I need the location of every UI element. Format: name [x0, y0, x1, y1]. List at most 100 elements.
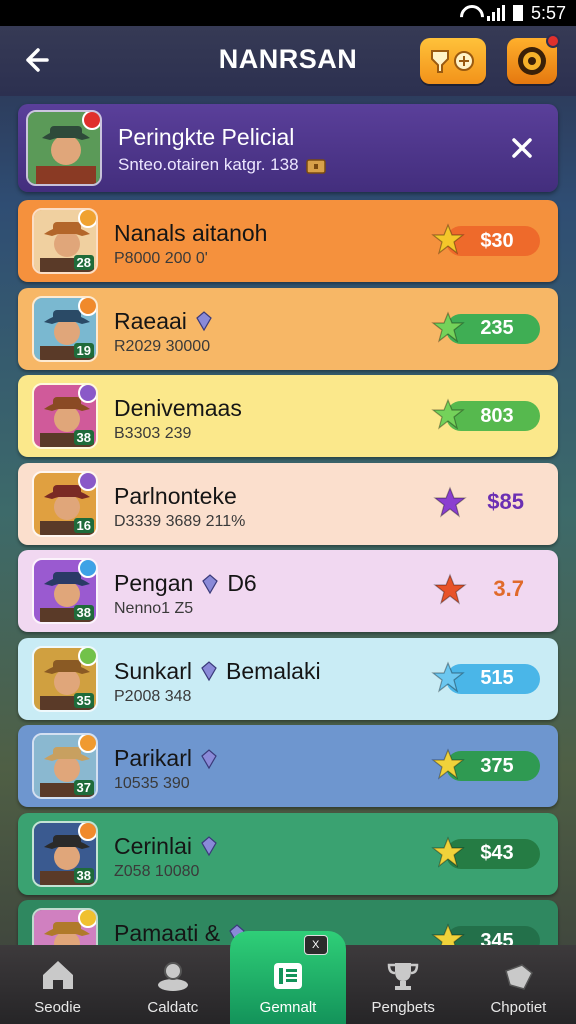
close-icon: [512, 138, 532, 158]
level-badge: 16: [73, 517, 94, 533]
signal-icon: [486, 5, 505, 21]
player-name-text: Pamaati &: [114, 920, 221, 946]
leaderboard-row[interactable]: 16 Parlnonteke D3339 3689 211% $85: [18, 462, 558, 545]
nav-item-profile[interactable]: Caldatc: [115, 945, 230, 1024]
rank-badge: [82, 112, 100, 130]
star-icon: [433, 573, 467, 605]
star-icon: [431, 310, 465, 343]
level-badge: 19: [73, 342, 94, 358]
rewards-icon: [431, 50, 474, 73]
leaderboard-row[interactable]: 19 Raeaai R2029 30000 235: [18, 287, 558, 370]
status-bar: 5:57: [0, 0, 576, 26]
player-name: Parlnonteke: [114, 483, 237, 510]
player-stats-text: Nenno1 Z5: [114, 600, 194, 617]
rank-badge: [78, 385, 96, 403]
leaderboard-row[interactable]: 38 Pengan D6 Nenno1 Z5 3.7: [18, 550, 558, 632]
record-button[interactable]: [507, 34, 560, 84]
leaderboard-row[interactable]: 38 Cerinlai Z058 10080 $43: [18, 812, 558, 895]
player-stats: P2008 348: [114, 688, 191, 706]
gem-icon: [196, 311, 212, 332]
player-stats: Z058 10080: [114, 863, 199, 881]
player-stats: Nenno1 Z5: [114, 600, 193, 618]
player-banner: Peringkte Pelicial Snteo.otairen katgr. …: [18, 104, 558, 192]
player-name: Denivemaas: [114, 395, 242, 422]
rank-badge: [78, 472, 96, 491]
level-badge: 28: [73, 255, 94, 270]
trophy-icon: [387, 963, 419, 990]
notification-dot: [546, 34, 560, 48]
record-icon: [518, 47, 546, 75]
gem-icon: [202, 573, 219, 594]
close-button[interactable]: [506, 132, 538, 164]
leaderboard-row[interactable]: 35 Sunkarl Bemalaki P2008 348 515: [18, 637, 558, 720]
nav-item-whistle[interactable]: Chpotiet: [461, 945, 576, 1024]
nav-item-home[interactable]: Seodie: [0, 945, 115, 1024]
leaderboard-row[interactable]: 37 Parikarl 10535 390 375: [18, 725, 558, 807]
rank-badge: [78, 647, 96, 666]
score-value: 3.7: [493, 576, 524, 601]
banner-subtitle-text: Snteo.otairen katgr. 138: [118, 155, 299, 174]
player-name: Pamaati &: [114, 920, 248, 947]
star-icon: [433, 485, 467, 518]
level-badge: 38: [73, 867, 94, 883]
rank-badge: [78, 297, 96, 316]
gem-icon: [201, 748, 217, 769]
leaderboard-icon: [274, 963, 302, 989]
player-stats-text: 10535 390: [114, 775, 190, 792]
star-icon: [431, 223, 465, 255]
nav-label: Gemnalt: [259, 999, 317, 1016]
player-stats-text: D3339 3689 211%: [114, 512, 246, 530]
avatar: 16: [32, 470, 98, 537]
star-icon: [431, 660, 465, 693]
status-time: 5:57: [530, 2, 566, 23]
back-button[interactable]: [18, 42, 54, 78]
avatar: 28: [32, 208, 98, 274]
avatar: 19: [32, 295, 98, 362]
player-name-extra: Bemalaki: [225, 657, 321, 684]
avatar: 37: [32, 733, 98, 799]
player-stats: P8000 200 0': [114, 250, 208, 268]
player-name-text: Parikarl: [114, 745, 192, 771]
rewards-button[interactable]: [420, 38, 486, 84]
player-name-text: Cerinlai: [114, 832, 192, 859]
player-stats: 10535 390: [114, 775, 190, 793]
page-title: NANRSAN: [218, 44, 358, 74]
player-stats-text: Z058 10080: [114, 862, 200, 880]
top-header: NANRSAN: [0, 26, 576, 96]
player-stats: D3339 3689 211%: [114, 513, 245, 531]
player-stats: R2029 30000: [114, 338, 210, 356]
player-name: Sunkarl Bemalaki: [114, 658, 321, 685]
player-stats-text: P2008 348: [114, 687, 192, 705]
whistle-icon: [505, 964, 534, 990]
nav-item-trophy[interactable]: Pengbets: [346, 945, 461, 1024]
wifi-icon: [459, 5, 479, 21]
level-badge: 38: [73, 605, 94, 620]
leaderboard-row[interactable]: 28 Nanals aitanoh P8000 200 0' $30: [18, 200, 558, 282]
player-name: Nanals aitanoh: [114, 220, 267, 247]
gem-icon: [201, 836, 217, 857]
player-name-text: Nanals aitanoh: [114, 220, 268, 246]
nav-item-leaderboard[interactable]: Gemnalt X: [230, 931, 346, 1024]
rank-badge: [78, 210, 96, 228]
player-name: Parikarl: [114, 745, 220, 772]
profile-icon: [157, 962, 188, 991]
player-name-text: Raeaai: [114, 307, 187, 334]
chest-icon: [305, 159, 326, 174]
player-name-text: Parlnonteke: [114, 482, 237, 509]
rank-badge: [78, 822, 96, 841]
gem-icon: [201, 661, 217, 682]
banner-title: Peringkte Pelicial: [118, 124, 295, 150]
avatar: [26, 110, 102, 186]
player-name-text: Denivemaas: [114, 395, 242, 421]
nav-label: Pengbets: [371, 999, 435, 1016]
player-name: Pengan D6: [114, 570, 257, 597]
player-name-text: Sunkarl: [114, 657, 192, 684]
player-name-extra: D6: [227, 570, 257, 596]
level-badge: 37: [73, 780, 94, 795]
avatar: 38: [32, 558, 98, 624]
star-icon: [431, 748, 465, 780]
rank-badge: [78, 910, 96, 928]
leaderboard-row[interactable]: 38 Denivemaas B3303 239 803: [18, 375, 558, 457]
banner-subtitle: Snteo.otairen katgr. 138: [118, 154, 327, 176]
player-stats-text: B3303 239: [114, 425, 192, 442]
